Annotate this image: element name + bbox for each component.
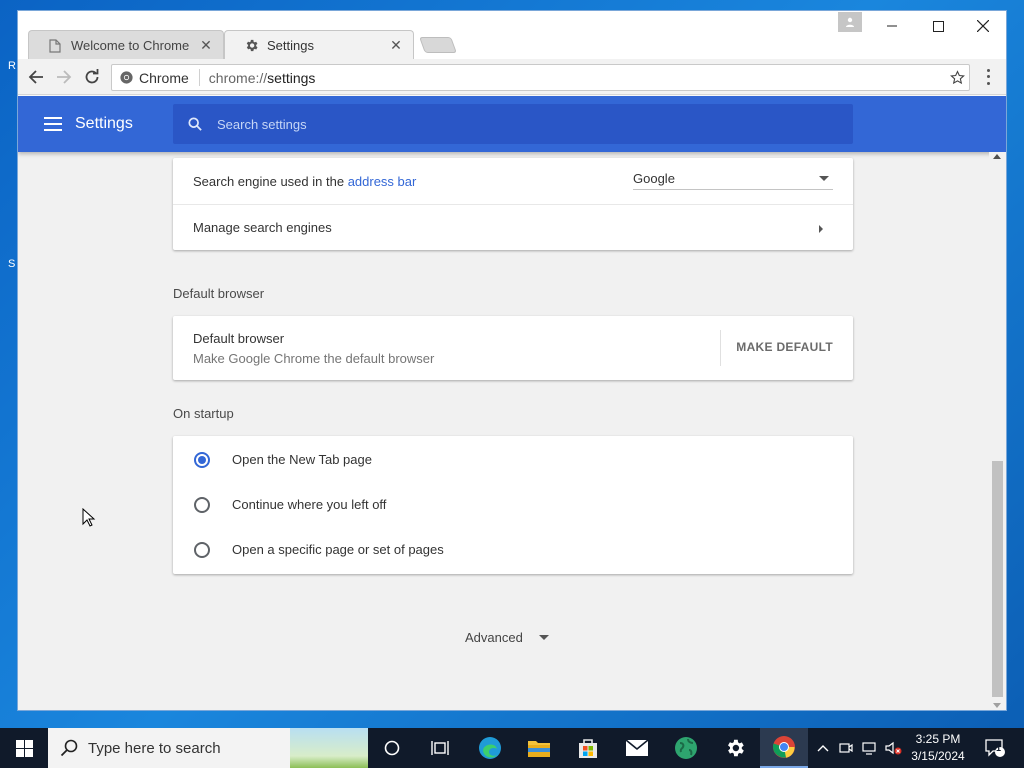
edge-browser-icon[interactable]	[466, 728, 514, 768]
settings-page: Settings Search engine used in the addre…	[18, 96, 1006, 710]
microsoft-store-icon[interactable]	[564, 728, 612, 768]
mouse-cursor-icon	[82, 508, 96, 527]
tab-title: Settings	[267, 38, 314, 53]
expand-arrow-icon	[538, 635, 549, 640]
volume-muted-icon[interactable]	[884, 728, 904, 768]
page-title: Settings	[75, 115, 133, 132]
bookmark-star-icon[interactable]	[945, 70, 969, 85]
file-explorer-icon[interactable]	[515, 728, 563, 768]
mail-icon[interactable]	[613, 728, 661, 768]
gear-icon	[243, 38, 259, 54]
default-browser-card: Default browser Make Google Chrome the d…	[173, 316, 853, 380]
radio-button[interactable]	[194, 496, 210, 513]
windows-start-icon[interactable]	[0, 728, 48, 768]
tab-title: Welcome to Chrome	[71, 38, 190, 53]
scroll-down-arrow-icon[interactable]	[993, 703, 1001, 708]
taskbar-clock[interactable]: 3:25 PM 3/15/2024	[905, 731, 971, 765]
meet-now-icon[interactable]	[836, 728, 856, 768]
search-engine-selected: Google	[633, 171, 675, 186]
profile-icon[interactable]	[838, 12, 862, 32]
search-settings-box[interactable]	[173, 104, 853, 144]
startup-option-label: Open a specific page or set of pages	[232, 542, 444, 557]
url-path: settings	[267, 69, 316, 86]
advanced-toggle[interactable]: Advanced	[465, 630, 553, 645]
default-browser-label: Default browser	[193, 331, 285, 346]
startup-option-specific-pages[interactable]: Open a specific page or set of pages	[173, 527, 853, 572]
settings-header: Settings	[18, 96, 1006, 152]
tab-strip: Welcome to Chrome ✕ Settings ✕	[18, 11, 1006, 60]
network-icon[interactable]	[860, 728, 880, 768]
make-default-button[interactable]: MAKE DEFAULT	[736, 340, 833, 354]
address-bar[interactable]: Chrome chrome://settings	[111, 64, 970, 91]
show-hidden-icons-chevron-icon[interactable]	[814, 728, 832, 768]
search-engine-row: Search engine used in the address bar Go…	[173, 158, 853, 204]
reload-icon[interactable]	[80, 65, 104, 89]
close-window-icon[interactable]	[960, 11, 1006, 41]
site-label: Chrome	[139, 69, 189, 86]
globe-app-icon[interactable]	[662, 728, 710, 768]
search-highlight-illustration	[290, 728, 368, 768]
dropdown-arrow-icon	[819, 176, 829, 181]
clock-time: 3:25 PM	[915, 732, 961, 746]
browser-toolbar: Chrome chrome://settings	[18, 59, 1006, 95]
on-startup-section-title: On startup	[173, 406, 234, 421]
cortana-icon[interactable]	[368, 728, 416, 768]
startup-option-label: Continue where you left off	[232, 497, 387, 512]
tab-settings[interactable]: Settings ✕	[224, 30, 414, 60]
taskbar-search-placeholder: Type here to search	[88, 739, 221, 757]
url-text[interactable]: chrome://settings	[200, 70, 945, 86]
taskbar: Type here to search 3:25 PM 3/15/2024 1	[0, 728, 1024, 768]
site-chip[interactable]: Chrome	[112, 69, 200, 86]
chrome-taskbar-icon[interactable]	[760, 728, 808, 768]
more-menu-icon[interactable]	[980, 67, 996, 87]
task-view-icon[interactable]	[416, 728, 464, 768]
new-tab-button[interactable]	[419, 37, 457, 53]
forward-arrow-icon[interactable]	[52, 65, 76, 89]
maximize-icon[interactable]	[915, 11, 961, 41]
default-browser-description: Make Google Chrome the default browser	[193, 351, 435, 366]
on-startup-card: Open the New Tab page Continue where you…	[173, 436, 853, 574]
search-icon	[173, 117, 217, 131]
scrollbar-thumb[interactable]	[992, 461, 1003, 697]
page-icon	[47, 38, 63, 54]
clock-date: 3/15/2024	[911, 749, 965, 763]
hamburger-menu-icon[interactable]	[44, 117, 62, 131]
search-settings-input[interactable]	[217, 116, 817, 132]
default-browser-text: Default browser Make Google Chrome the d…	[193, 331, 434, 366]
manage-search-engines-label: Manage search engines	[193, 220, 332, 235]
close-tab-icon[interactable]: ✕	[199, 37, 213, 53]
page-scrollbar[interactable]	[989, 152, 1006, 710]
startup-option-new-tab[interactable]: Open the New Tab page	[173, 437, 853, 482]
chevron-right-icon	[819, 225, 823, 233]
url-prefix: chrome://	[208, 69, 268, 86]
search-engine-label: Search engine used in the address bar	[193, 173, 417, 189]
radio-button-checked[interactable]	[194, 451, 210, 468]
back-arrow-icon[interactable]	[24, 65, 48, 89]
notification-count: 1	[996, 743, 1002, 753]
desktop-icon-fragment[interactable]: R	[8, 60, 16, 72]
search-icon	[60, 739, 78, 757]
settings-gear-icon[interactable]	[711, 728, 759, 768]
close-tab-icon[interactable]: ✕	[389, 37, 403, 53]
search-engine-card: Search engine used in the address bar Go…	[173, 158, 853, 250]
chrome-logo-icon	[120, 71, 133, 84]
search-engine-dropdown[interactable]: Google	[633, 168, 833, 190]
taskbar-search-box[interactable]: Type here to search	[48, 728, 368, 768]
chrome-window: Welcome to Chrome ✕ Settings ✕ Chrome ch…	[17, 10, 1007, 711]
scroll-up-arrow-icon[interactable]	[993, 154, 1001, 159]
notification-center-icon[interactable]: 1	[978, 728, 1012, 768]
default-browser-section-title: Default browser	[173, 286, 265, 301]
minimize-icon[interactable]	[869, 11, 915, 41]
address-bar-link[interactable]: address bar	[348, 174, 417, 189]
radio-button[interactable]	[194, 541, 210, 558]
manage-search-engines-row[interactable]: Manage search engines	[173, 204, 853, 250]
advanced-label: Advanced	[465, 630, 523, 645]
startup-option-label: Open the New Tab page	[232, 452, 372, 467]
startup-option-continue[interactable]: Continue where you left off	[173, 482, 853, 527]
divider	[720, 330, 721, 366]
tab-welcome[interactable]: Welcome to Chrome ✕	[28, 30, 224, 60]
desktop-icon-fragment[interactable]: S	[8, 258, 15, 270]
